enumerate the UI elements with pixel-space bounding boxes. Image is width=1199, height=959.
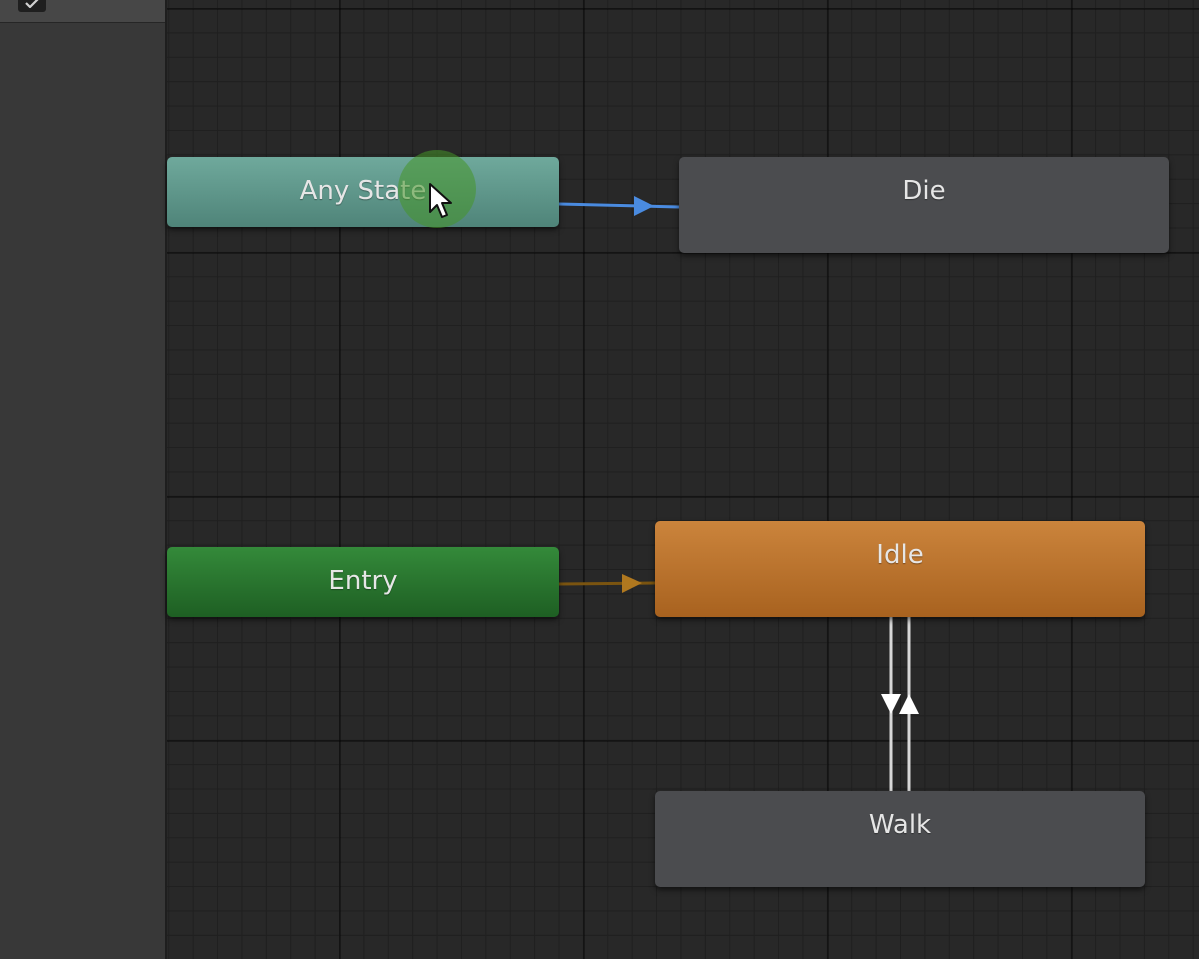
state-label: Walk (868, 810, 932, 840)
state-label: Idle (876, 540, 924, 570)
state-node-walk[interactable]: Walk (655, 791, 1145, 887)
state-node-die[interactable]: Die (679, 157, 1169, 253)
animator-window: Any State Die Entry Idle Walk (0, 0, 1199, 959)
state-node-idle[interactable]: Idle (655, 521, 1145, 617)
panel-toolbar (0, 0, 165, 23)
state-label: Any State (299, 176, 427, 206)
state-node-any-state[interactable]: Any State (167, 157, 559, 227)
state-label: Entry (328, 566, 398, 596)
state-label: Die (902, 176, 946, 206)
parameters-panel (0, 0, 167, 959)
check-icon[interactable] (18, 0, 46, 12)
state-node-entry[interactable]: Entry (167, 547, 559, 617)
